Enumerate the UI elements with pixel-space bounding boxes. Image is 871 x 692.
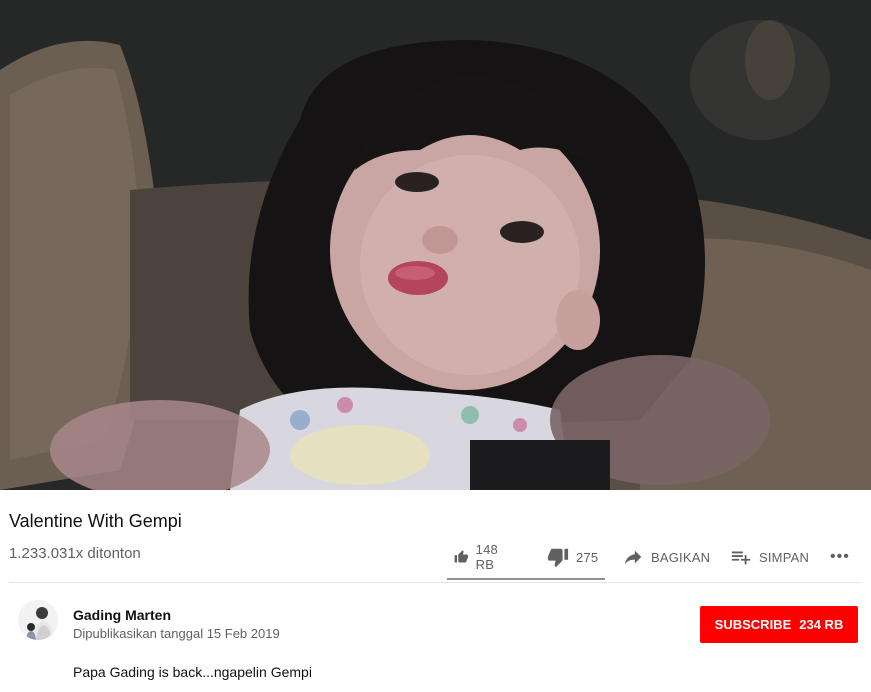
avatar-image bbox=[18, 600, 58, 640]
video-frame-image bbox=[0, 0, 871, 490]
video-title: Valentine With Gempi bbox=[9, 511, 182, 531]
more-actions-button[interactable]: ••• bbox=[830, 541, 850, 573]
video-description: Papa Gading is back...ngapelin Gempi bbox=[73, 664, 312, 680]
subscriber-count: 234 RB bbox=[799, 617, 844, 632]
like-button[interactable]: 148 RB bbox=[454, 541, 505, 573]
thumbs-up-icon bbox=[454, 550, 469, 563]
thumbs-down-icon bbox=[547, 548, 569, 568]
video-player[interactable] bbox=[0, 0, 871, 490]
share-button[interactable]: BAGIKAN bbox=[622, 541, 710, 573]
playlist-add-icon bbox=[731, 551, 751, 565]
share-arrow-icon bbox=[624, 550, 642, 565]
save-button[interactable]: SIMPAN bbox=[730, 541, 809, 573]
view-count: 1.233.031x ditonton bbox=[9, 545, 141, 562]
like-dislike-bar bbox=[447, 578, 605, 580]
dislike-button[interactable]: 275 bbox=[547, 541, 598, 573]
more-horizontal-icon: ••• bbox=[830, 548, 850, 565]
dislike-count: 275 bbox=[576, 549, 599, 565]
channel-name[interactable]: Gading Marten bbox=[73, 607, 171, 623]
channel-avatar[interactable] bbox=[18, 600, 58, 640]
publish-date: Dipublikasikan tanggal 15 Feb 2019 bbox=[73, 626, 280, 641]
save-label: SIMPAN bbox=[759, 549, 810, 565]
subscribe-button[interactable]: SUBSCRIBE 234 RB bbox=[700, 606, 858, 643]
divider bbox=[9, 582, 862, 583]
subscribe-label: SUBSCRIBE bbox=[714, 617, 792, 632]
share-label: BAGIKAN bbox=[651, 549, 711, 565]
like-count: 148 RB bbox=[475, 542, 498, 572]
